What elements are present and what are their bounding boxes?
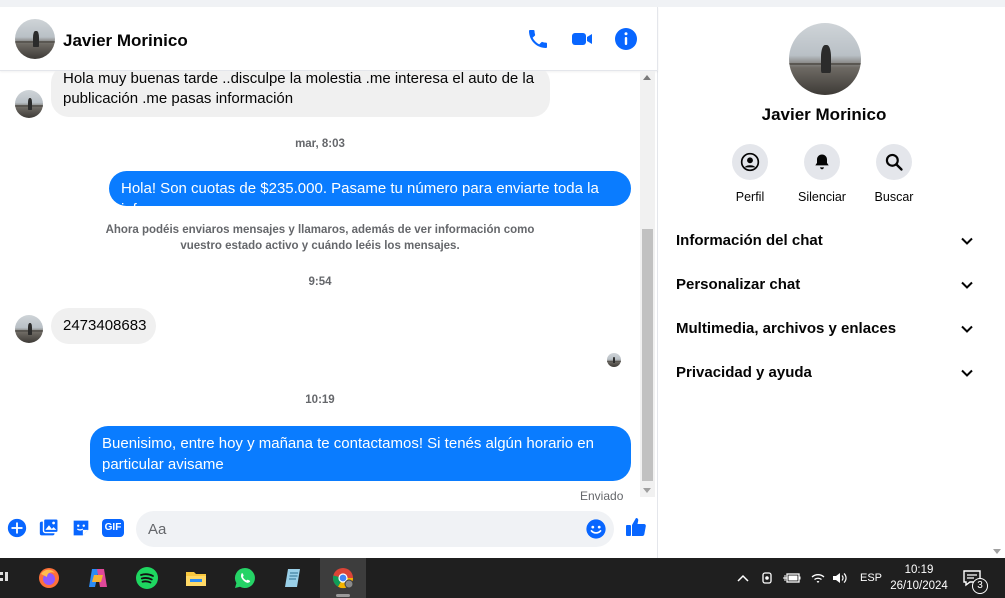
chat-header: Javier Morinico: [0, 7, 658, 71]
sent-status: Enviado: [580, 489, 624, 501]
profile-icon: [740, 152, 760, 172]
image-icon[interactable]: [38, 517, 60, 539]
message-outgoing[interactable]: Hola! Son cuotas de $235.000. Pasame tu …: [109, 171, 631, 218]
info-contact-name: Javier Morinico: [761, 105, 887, 124]
message-input-box[interactable]: [136, 511, 614, 547]
page-scroll-down-arrow[interactable]: [993, 549, 1001, 554]
profile-action[interactable]: Perfil: [714, 144, 786, 204]
spotify-taskbar-button[interactable]: [124, 558, 170, 598]
search-icon: [885, 153, 903, 171]
firefox-taskbar-button[interactable]: [26, 558, 72, 598]
contact-avatar-small: [15, 90, 43, 118]
whatsapp-icon: [235, 568, 255, 588]
composer-bar: GIF: [0, 507, 658, 551]
privacy-notice: Ahora podéis enviaros mensajes y llamaro…: [105, 224, 535, 252]
whatsapp-taskbar-button[interactable]: [222, 558, 268, 598]
chat-pane: Javier Morinico Hola muy buenas tarde ..…: [0, 7, 658, 558]
chrome-taskbar-button[interactable]: [320, 558, 366, 598]
copilot-icon: [89, 569, 107, 587]
file-explorer-taskbar-button[interactable]: [173, 558, 219, 598]
wifi-icon[interactable]: [810, 570, 826, 586]
chevron-down-icon: [961, 325, 973, 333]
mute-action[interactable]: Silenciar: [786, 144, 858, 204]
chevron-down-icon: [961, 237, 973, 245]
section-media-files-links[interactable]: Multimedia, archivos y enlaces: [676, 318, 976, 342]
active-indicator: [336, 594, 350, 597]
plus-icon[interactable]: [6, 517, 28, 539]
profile-label: Perfil: [735, 190, 765, 204]
timestamp: mar, 8:03: [295, 138, 345, 150]
volume-icon[interactable]: [831, 570, 847, 586]
phone-icon[interactable]: [526, 27, 550, 51]
chevron-down-icon: [961, 369, 973, 377]
message-outgoing[interactable]: Buenisimo, entre hoy y mañana te contact…: [90, 426, 631, 481]
contact-avatar-small: [15, 315, 43, 343]
chevron-up-icon[interactable]: [737, 573, 749, 583]
mute-button[interactable]: [804, 144, 840, 180]
section-privacy-help[interactable]: Privacidad y ayuda: [676, 362, 976, 386]
scroll-up-arrow[interactable]: [643, 75, 651, 80]
contact-avatar-large[interactable]: [789, 23, 861, 95]
system-clock[interactable]: 10:19 26/10/2024: [884, 562, 954, 594]
contact-name[interactable]: Javier Morinico: [63, 31, 188, 51]
profile-button[interactable]: [732, 144, 768, 180]
section-customize-chat[interactable]: Personalizar chat: [676, 274, 976, 298]
mute-label: Silenciar: [798, 190, 846, 204]
page-scrollbar[interactable]: [989, 7, 1005, 558]
timestamp: 9:54: [308, 276, 332, 288]
contact-avatar[interactable]: [15, 19, 55, 59]
firefox-icon: [39, 568, 59, 588]
chrome-icon: [332, 568, 354, 589]
conversation-info-panel: Javier Morinico Perfil Silenciar Buscar …: [659, 7, 989, 558]
task-view-icon[interactable]: [0, 570, 8, 586]
meet-now-icon[interactable]: [761, 571, 775, 585]
notepad-icon: [285, 569, 300, 587]
message-incoming[interactable]: 2473408683: [51, 308, 156, 344]
messenger-app: Javier Morinico Hola muy buenas tarde ..…: [0, 0, 1005, 558]
message-incoming[interactable]: Hola muy buenas tarde ..disculpe la mole…: [51, 71, 550, 117]
section-chat-info[interactable]: Información del chat: [676, 230, 976, 254]
emoji-icon[interactable]: [585, 518, 607, 540]
notification-count-badge: 3: [972, 578, 988, 594]
message-input[interactable]: [148, 511, 578, 547]
video-icon[interactable]: [570, 27, 594, 51]
scroll-down-arrow[interactable]: [643, 488, 651, 493]
info-icon[interactable]: [614, 27, 638, 51]
language-indicator[interactable]: ESP: [860, 572, 882, 584]
timestamp: 10:19: [305, 394, 335, 406]
thumbs-up-icon[interactable]: [624, 515, 648, 539]
file-explorer-icon: [186, 572, 206, 586]
bell-icon: [815, 154, 829, 170]
search-label: Buscar: [874, 190, 914, 204]
battery-icon[interactable]: [783, 571, 801, 585]
copilot-taskbar-button[interactable]: [75, 558, 121, 598]
seen-indicator-avatar: [607, 353, 621, 367]
windows-taskbar: ESP 10:19 26/10/2024 3: [0, 558, 1005, 598]
top-strip: [0, 0, 1005, 7]
search-button[interactable]: [876, 144, 912, 180]
scroll-thumb[interactable]: [642, 229, 653, 481]
search-action[interactable]: Buscar: [858, 144, 930, 204]
message-list[interactable]: Hola muy buenas tarde ..disculpe la mole…: [0, 71, 640, 501]
gif-icon[interactable]: GIF: [102, 519, 124, 537]
message-scrollbar[interactable]: [640, 71, 655, 497]
spotify-icon: [136, 567, 158, 589]
sticker-icon[interactable]: [70, 517, 92, 539]
notepad-taskbar-button[interactable]: [271, 558, 317, 598]
chevron-down-icon: [961, 281, 973, 289]
